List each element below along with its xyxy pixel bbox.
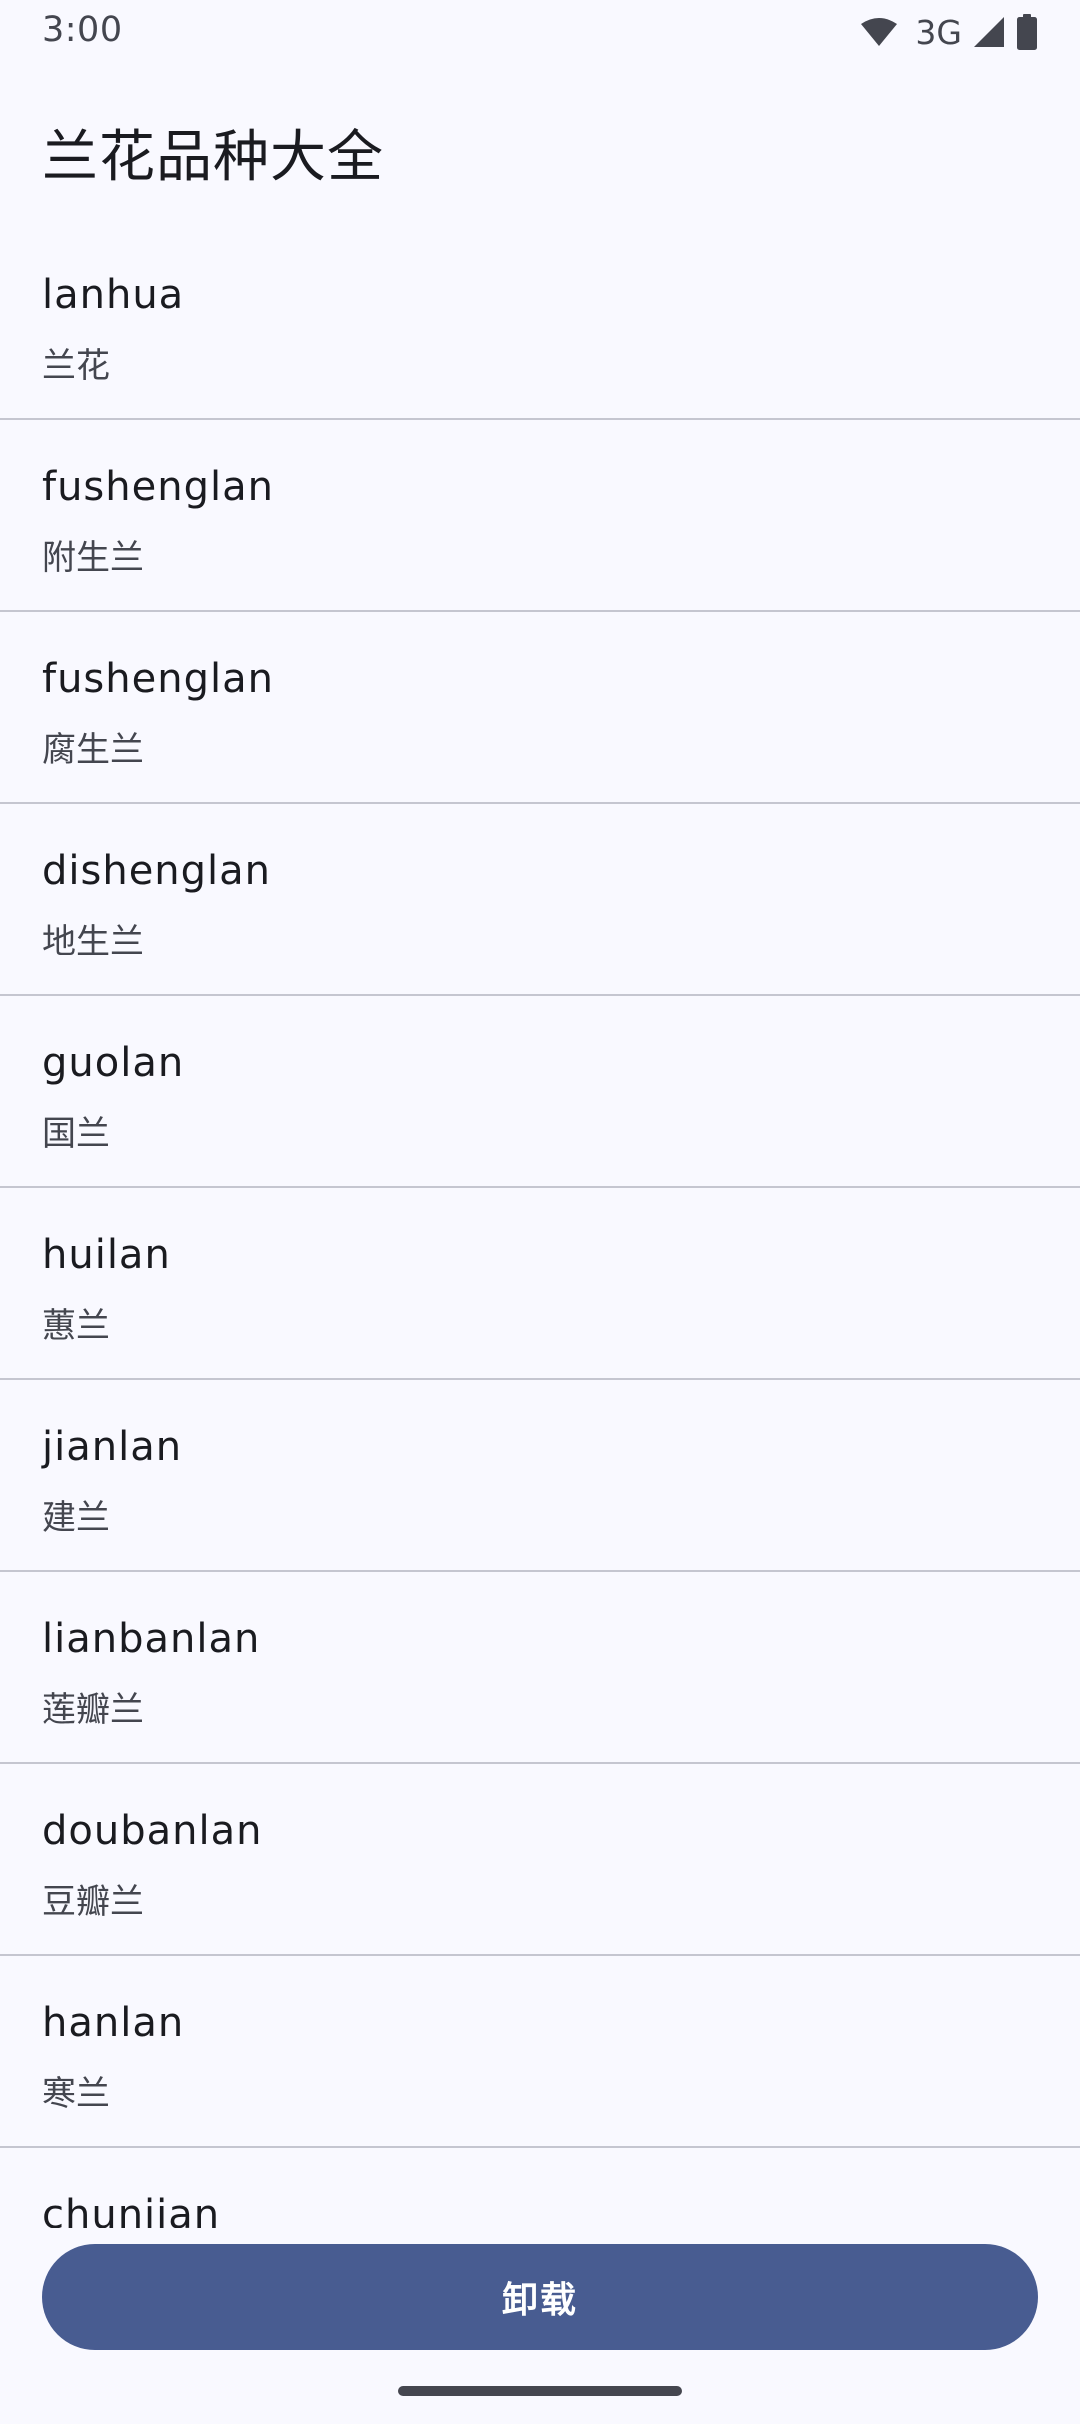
list-item[interactable]: lanhua 兰花 [0,228,1080,420]
list-item[interactable]: huilan 蕙兰 [0,1188,1080,1380]
list-item-subtitle: 国兰 [42,1114,110,1154]
list-item[interactable]: dishenglan 地生兰 [0,804,1080,996]
list-item-title: chunjian [42,2192,221,2228]
list-item-title: fushenglan [42,464,274,510]
list-item[interactable]: fushenglan 附生兰 [0,420,1080,612]
battery-icon [1017,14,1037,50]
network-type-label: 3G [915,12,962,52]
gesture-nav-handle[interactable] [398,2386,682,2396]
signal-icon [974,17,1004,47]
list-item-title: doubanlan [42,1808,263,1854]
list-item[interactable]: lianbanlan 莲瓣兰 [0,1572,1080,1764]
list-item-subtitle: 地生兰 [42,922,144,962]
list-item-subtitle: 附生兰 [42,538,144,578]
list-item-subtitle: 兰花 [42,346,110,386]
list-item-title: fushenglan [42,656,274,702]
orchid-list: lanhua 兰花 fushenglan 附生兰 fushenglan 腐生兰 … [0,228,1080,2228]
list-item-title: huilan [42,1232,171,1278]
list-item-subtitle: 寒兰 [42,2074,110,2114]
list-item-title: lianbanlan [42,1616,261,1662]
list-item-subtitle: 豆瓣兰 [42,1882,144,1922]
list-item-title: guolan [42,1040,185,1086]
list-item-title: jianlan [42,1424,183,1470]
list-item-subtitle: 蕙兰 [42,1306,110,1346]
list-item-subtitle: 莲瓣兰 [42,1690,144,1730]
status-icons: 3G [859,10,1038,54]
uninstall-button[interactable]: 卸载 [42,2244,1038,2350]
list-item-title: lanhua [42,272,185,318]
list-item-subtitle: 腐生兰 [42,730,144,770]
list-item-subtitle: 建兰 [42,1498,110,1538]
list-item[interactable]: jianlan 建兰 [0,1380,1080,1572]
list-item-title: hanlan [42,2000,185,2046]
list-item[interactable]: hanlan 寒兰 [0,1956,1080,2148]
wifi-icon [861,18,898,46]
status-time: 3:00 [42,10,123,50]
page-title: 兰花品种大全 [42,125,384,190]
list-item[interactable]: chunjian [0,2148,1080,2228]
list-item[interactable]: guolan 国兰 [0,996,1080,1188]
list-item-title: dishenglan [42,848,272,894]
list-item[interactable]: doubanlan 豆瓣兰 [0,1764,1080,1956]
status-bar: 3:00 3G [0,0,1080,64]
list-item[interactable]: fushenglan 腐生兰 [0,612,1080,804]
